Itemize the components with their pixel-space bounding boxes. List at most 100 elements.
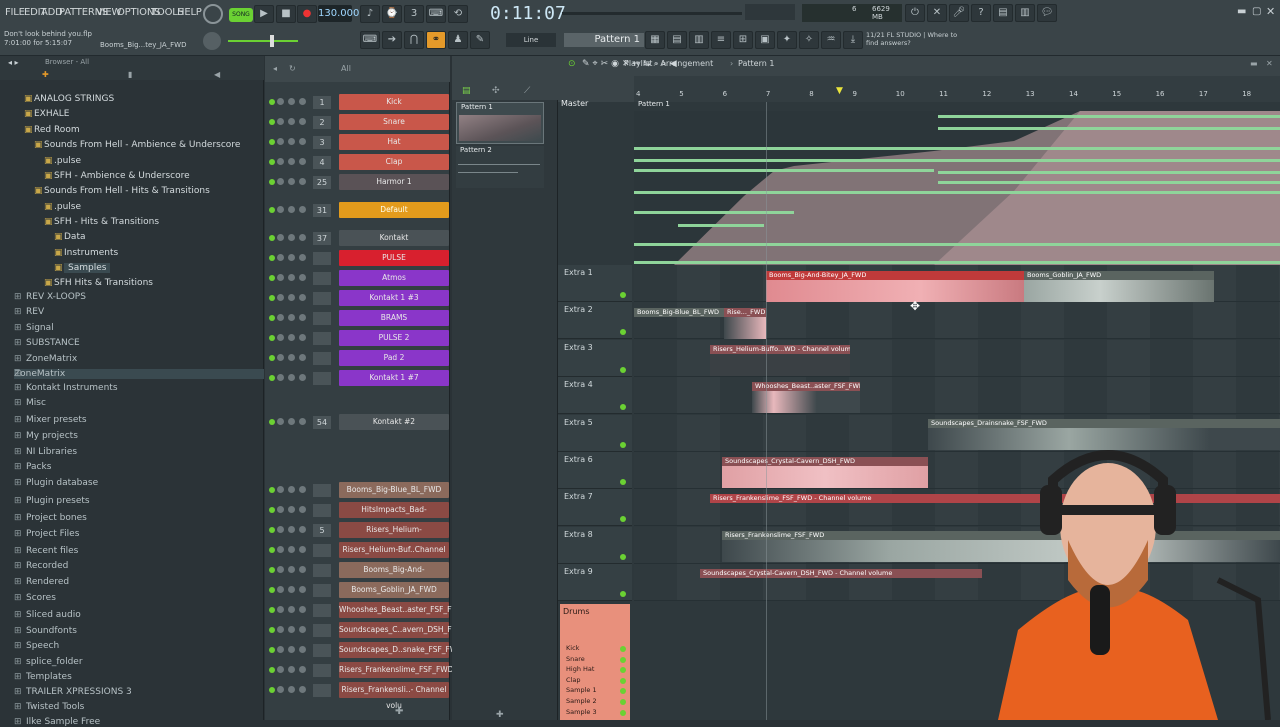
channel-knob[interactable] — [299, 98, 306, 105]
song-position-bar[interactable] — [562, 12, 742, 15]
browser-item[interactable]: .pulse — [54, 202, 81, 212]
browser-item[interactable]: Recent files — [26, 546, 78, 556]
track-header[interactable]: Extra 9 — [558, 564, 632, 602]
channel-mixer-track[interactable] — [313, 352, 331, 365]
channel-button[interactable]: Risers_Helium-Buffoon_FSF_FWD — [339, 522, 449, 550]
channel-mixer-track[interactable] — [313, 564, 331, 577]
browser-item[interactable]: SFH - Hits & Transitions — [54, 217, 159, 227]
browser-item[interactable]: splice_folder — [26, 657, 83, 667]
channel-mute-led[interactable] — [269, 687, 275, 693]
channel-mute-led[interactable] — [269, 159, 275, 165]
magnet-icon[interactable]: ⋂ — [404, 31, 424, 49]
pen-icon[interactable]: ✎ — [470, 31, 490, 49]
channel-mute-led[interactable] — [269, 607, 275, 613]
channel-knob[interactable] — [299, 118, 306, 125]
channel-knob[interactable] — [299, 526, 306, 533]
channel-knob[interactable] — [288, 666, 295, 673]
metronome-icon[interactable]: ♪ — [360, 5, 380, 23]
channel-mute-led[interactable] — [269, 139, 275, 145]
minimize-icon[interactable]: ▬ — [1237, 6, 1246, 17]
browser-item[interactable]: Sounds From Hell - Hits & Transitions — [44, 186, 210, 196]
channel-button[interactable]: HitsImpacts_Bad-Omen_MK_REV — [339, 502, 449, 530]
pattern-song-knob[interactable] — [203, 4, 223, 24]
channel-button[interactable]: Risers_Frankenslime_FSF_FWD — [339, 662, 453, 678]
chat-icon[interactable]: 💬︎ — [1037, 4, 1057, 22]
channel-mixer-track[interactable] — [313, 292, 331, 305]
audio-clip-header[interactable]: Booms_Goblin_JA_FWD — [1024, 271, 1214, 280]
browser-item[interactable]: Twisted Tools — [26, 702, 84, 712]
channel-knob[interactable] — [299, 666, 306, 673]
channel-mute-led[interactable] — [269, 647, 275, 653]
help-icon[interactable]: ? — [971, 4, 991, 22]
loop-record-icon[interactable]: ⟲ — [448, 5, 468, 23]
browser-item[interactable]: Ilke Sample Free — [26, 717, 100, 727]
track-mute-led[interactable] — [620, 479, 626, 485]
channel-knob[interactable] — [288, 646, 295, 653]
channel-knob[interactable] — [288, 138, 295, 145]
channel-button[interactable]: Snare — [339, 114, 449, 130]
channel-button[interactable]: PULSE 2 — [339, 330, 449, 346]
wait-input-icon[interactable]: ⌚ — [382, 5, 402, 23]
rack-filter[interactable]: All — [341, 64, 351, 73]
browser-item[interactable]: Mixer presets — [26, 415, 87, 425]
browser-file-icon[interactable]: ▮ — [128, 70, 132, 79]
channel-knob[interactable] — [299, 254, 306, 261]
channel-mute-led[interactable] — [269, 375, 275, 381]
channel-button[interactable]: Pad 2 — [339, 350, 449, 366]
track-header[interactable]: Extra 6 — [558, 452, 632, 489]
arrow-right-icon[interactable]: ➔ — [382, 31, 402, 49]
channel-mixer-track[interactable] — [313, 544, 331, 557]
channel-knob[interactable] — [277, 646, 284, 653]
channel-knob[interactable] — [299, 294, 306, 301]
playlist-minimize-icon[interactable]: ▬ — [1250, 59, 1258, 68]
channel-mixer-track[interactable]: 5 — [313, 524, 331, 537]
channel-knob[interactable] — [299, 626, 306, 633]
channel-button[interactable]: Whooshes_Beast..aster_FSF_FWD — [339, 602, 465, 618]
mixer-view-icon[interactable]: ≡ — [711, 31, 731, 49]
channel-mute-led[interactable] — [269, 295, 275, 301]
channel-mixer-track[interactable]: 37 — [313, 232, 331, 245]
drum-row-led[interactable] — [620, 677, 626, 684]
channel-knob[interactable] — [288, 274, 295, 281]
automation-clip-header[interactable]: Soundscapes_Crystal-Cavern_DSH_FWD - Cha… — [700, 569, 982, 578]
track-lane[interactable] — [634, 377, 1280, 415]
rack-loop-icon[interactable]: ↻ — [289, 64, 296, 73]
channel-button[interactable]: Booms_Goblin_JA_FWD — [339, 582, 449, 598]
channel-mixer-track[interactable]: 31 — [313, 204, 331, 217]
channel-button[interactable]: Clap — [339, 154, 449, 170]
browser-item[interactable]: Samples — [64, 263, 111, 273]
channel-mute-led[interactable] — [269, 275, 275, 281]
download-icon[interactable]: ⤓ — [843, 31, 863, 49]
pattern-item[interactable]: Pattern 2 — [456, 146, 544, 188]
channel-mute-led[interactable] — [269, 627, 275, 633]
channel-knob[interactable] — [277, 686, 284, 693]
channel-knob[interactable] — [277, 354, 284, 361]
cpu-icon[interactable]: ⏻ — [905, 4, 925, 22]
channel-mute-led[interactable] — [269, 355, 275, 361]
browser-item[interactable]: Misc — [26, 398, 46, 408]
track-mute-led[interactable] — [620, 441, 626, 448]
track-header[interactable]: Extra 2 — [558, 302, 632, 340]
menu-file[interactable]: FILE — [5, 7, 25, 18]
browser-item[interactable]: Packs — [26, 462, 51, 472]
channel-button[interactable]: BRAMS — [339, 310, 449, 326]
drum-row-led[interactable] — [620, 667, 626, 674]
browser-item[interactable]: SFH - Ambience & Underscore — [54, 171, 190, 181]
channel-mixer-track[interactable]: 25 — [313, 176, 331, 189]
song-mode-button[interactable]: SONG — [229, 8, 253, 22]
channel-knob[interactable] — [288, 418, 295, 425]
project-icon[interactable]: ▣ — [755, 31, 775, 49]
tools-icon[interactable]: ✧ — [799, 31, 819, 49]
channel-button[interactable]: Kick — [339, 94, 449, 110]
channel-mixer-track[interactable]: 54 — [313, 416, 331, 429]
song-time-display[interactable]: 0:11:07 — [490, 2, 566, 26]
audio-clip-header[interactable]: Booms_Big-Blue_BL_FWD — [634, 308, 724, 317]
track-header[interactable]: Extra 5 — [558, 414, 632, 452]
channel-knob[interactable] — [288, 606, 295, 613]
audio-clip-header[interactable]: Soundscapes_Drainsnake_FSF_FWD — [928, 419, 1280, 428]
browser-item[interactable]: Project Files — [26, 529, 79, 539]
channel-knob[interactable] — [299, 486, 306, 493]
browser-item[interactable]: REV X-LOOPS — [26, 292, 86, 302]
channel-knob[interactable] — [299, 374, 306, 381]
channel-mute-led[interactable] — [269, 179, 275, 185]
